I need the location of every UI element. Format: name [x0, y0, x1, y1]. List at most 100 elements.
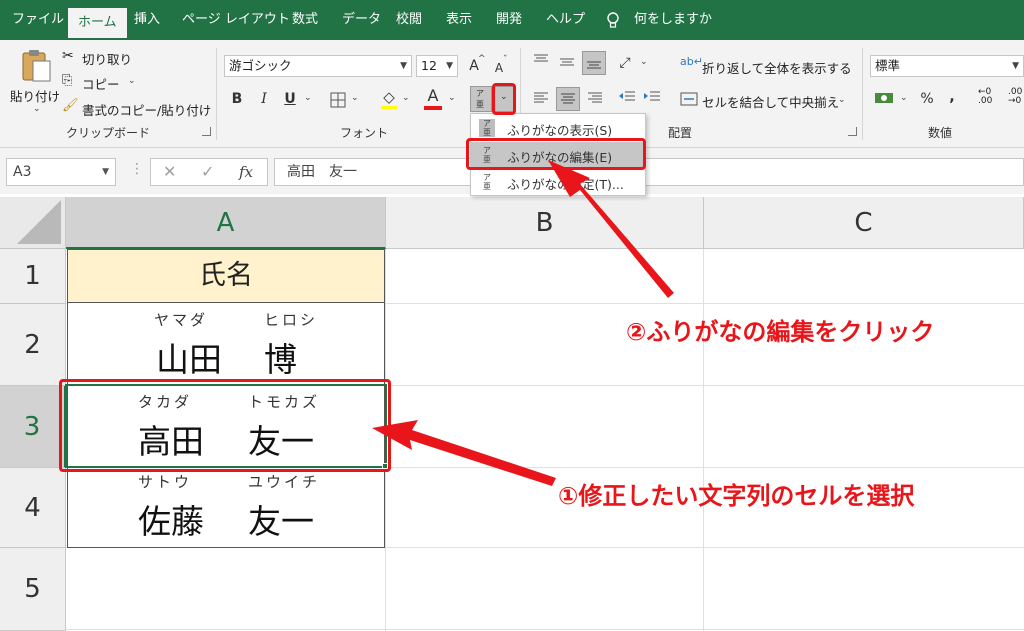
currency-icon[interactable]: [874, 90, 894, 106]
chevron-down-icon[interactable]: ⌄: [900, 93, 908, 103]
row-header-1[interactable]: 1: [0, 249, 66, 304]
align-center-button[interactable]: [556, 87, 580, 111]
increase-indent-icon[interactable]: [643, 90, 661, 106]
cell-a2[interactable]: ヤマダ ヒロシ 山田 博: [67, 303, 385, 385]
chevron-down-icon: ▼: [400, 61, 407, 71]
cell-a4[interactable]: サトウ ユウイチ 佐藤 友一: [67, 467, 385, 548]
row-header-5[interactable]: 5: [0, 548, 66, 631]
highlight-cell-a3: [59, 379, 391, 472]
percent-button[interactable]: %: [918, 88, 936, 110]
scissors-icon: ✂: [62, 48, 74, 64]
tab-review[interactable]: 校閲: [396, 0, 422, 40]
tell-me-search[interactable]: 何をしますか: [634, 0, 712, 40]
decrease-decimal-icon[interactable]: .00 →0: [1008, 88, 1022, 106]
divider: [216, 48, 217, 140]
chevron-down-icon[interactable]: ⌄: [402, 93, 410, 103]
name-last: 佐藤: [138, 502, 204, 541]
chevron-down-icon[interactable]: ⌄: [351, 93, 359, 103]
comma-button[interactable]: ,: [946, 86, 958, 108]
tab-data[interactable]: データ: [342, 0, 381, 40]
tab-file[interactable]: ファイル: [12, 0, 64, 40]
name-first: 友一: [248, 502, 314, 541]
fill-color-icon[interactable]: ◇: [380, 86, 398, 108]
align-top-icon[interactable]: [533, 53, 549, 67]
tab-formulas[interactable]: 数式: [292, 0, 318, 40]
cut-button[interactable]: 切り取り: [82, 49, 132, 68]
row-header-4[interactable]: 4: [0, 468, 66, 548]
chevron-down-icon[interactable]: ⌄: [838, 95, 846, 105]
increase-decimal-icon[interactable]: ←0.00: [978, 88, 992, 106]
copy-icon: ⎘: [62, 73, 73, 88]
fill-color-swatch: [381, 106, 397, 109]
font-size-select[interactable]: 12 ▼: [416, 55, 458, 77]
column-header-c[interactable]: C: [704, 197, 1024, 249]
row-header-3[interactable]: 3: [0, 386, 66, 468]
format-painter-button[interactable]: 書式のコピー/貼り付け: [82, 100, 211, 119]
gridline: [66, 629, 1024, 630]
underline-button[interactable]: U: [282, 88, 298, 110]
row-header-2[interactable]: 2: [0, 304, 66, 386]
menu-item-furigana-settings[interactable]: ア亜 ふりがなの設定(T)...: [471, 169, 645, 195]
tab-home[interactable]: ホーム: [68, 8, 127, 40]
name-box[interactable]: A3 ▼: [6, 158, 116, 186]
vertical-dots-icon: ⋮: [130, 161, 144, 177]
align-bottom-button[interactable]: [582, 51, 606, 75]
enter-icon[interactable]: ✓: [201, 162, 214, 181]
alignment-launcher-icon[interactable]: [848, 127, 857, 136]
formula-input[interactable]: 高田 友一: [274, 158, 1024, 186]
tab-page-layout[interactable]: ページ レイアウト: [182, 0, 290, 40]
font-name-select[interactable]: 游ゴシック ▼: [224, 55, 412, 77]
italic-button[interactable]: I: [256, 88, 272, 110]
menu-item-label: ふりがなの表示(S): [507, 123, 613, 138]
furigana-first: ユウイチ: [248, 473, 321, 491]
font-color-button[interactable]: A: [424, 85, 442, 107]
merge-center-button[interactable]: セルを結合して中央揃え: [702, 92, 839, 111]
number-format-select[interactable]: 標準 ▼: [870, 55, 1024, 77]
tab-insert[interactable]: 挿入: [134, 0, 160, 40]
chevron-down-icon[interactable]: ⌄: [33, 104, 41, 114]
column-header-b[interactable]: B: [386, 197, 704, 249]
chevron-down-icon[interactable]: ⌄: [640, 57, 648, 67]
orientation-icon[interactable]: ⤢: [616, 52, 634, 74]
furigana-button[interactable]: ア亜: [470, 86, 492, 112]
name-last: 山田: [156, 340, 222, 379]
highlight-furigana-dropdown: [492, 83, 516, 115]
cell-a1[interactable]: 氏名: [67, 249, 385, 303]
menu-bar: ファイル ホーム 挿入 ページ レイアウト 数式 データ 校閲 表示 開発 ヘル…: [0, 0, 1024, 40]
group-label-number: 数値: [928, 126, 953, 140]
furigana-icon: ア亜: [483, 173, 491, 191]
align-right-icon[interactable]: [587, 91, 603, 105]
tab-help[interactable]: ヘルプ: [546, 0, 585, 40]
chevron-down-icon[interactable]: ⌄: [128, 76, 136, 86]
format-painter-icon: 🖌: [62, 98, 79, 113]
select-all-button[interactable]: [0, 197, 66, 249]
decrease-indent-icon[interactable]: [618, 90, 636, 106]
lightbulb-icon: [607, 12, 619, 28]
formula-buttons: ✕ ✓ fx: [150, 158, 268, 186]
cancel-icon[interactable]: ✕: [163, 162, 176, 181]
copy-button[interactable]: コピー: [82, 74, 120, 93]
chevron-down-icon[interactable]: ⌄: [448, 93, 456, 103]
column-header-a[interactable]: A: [66, 197, 386, 249]
insert-function-icon[interactable]: fx: [239, 163, 253, 181]
tab-developer[interactable]: 開発: [496, 0, 522, 40]
clipboard-launcher-icon[interactable]: [202, 127, 211, 136]
furigana-icon: ア亜: [479, 119, 495, 137]
paste-button[interactable]: 貼り付け: [10, 86, 60, 105]
align-left-icon[interactable]: [533, 91, 549, 105]
arrow-to-cell: [372, 420, 556, 486]
wrap-text-button[interactable]: 折り返して全体を表示する: [702, 58, 852, 77]
callout-step2: ②ふりがなの編集をクリック: [626, 318, 935, 346]
bold-button[interactable]: B: [229, 88, 245, 110]
paste-icon: [22, 50, 51, 82]
chevron-down-icon[interactable]: ⌄: [304, 93, 312, 103]
furigana-last: サトウ: [138, 473, 193, 491]
chevron-down-icon: ▼: [102, 167, 109, 177]
tab-view[interactable]: 表示: [446, 0, 472, 40]
divider: [862, 48, 863, 140]
chevron-down-icon: ▼: [446, 61, 453, 71]
wrap-text-icon: ab↵: [680, 55, 703, 68]
align-middle-icon[interactable]: [559, 55, 575, 69]
borders-icon[interactable]: [330, 92, 346, 108]
align-center-icon: [561, 93, 575, 104]
